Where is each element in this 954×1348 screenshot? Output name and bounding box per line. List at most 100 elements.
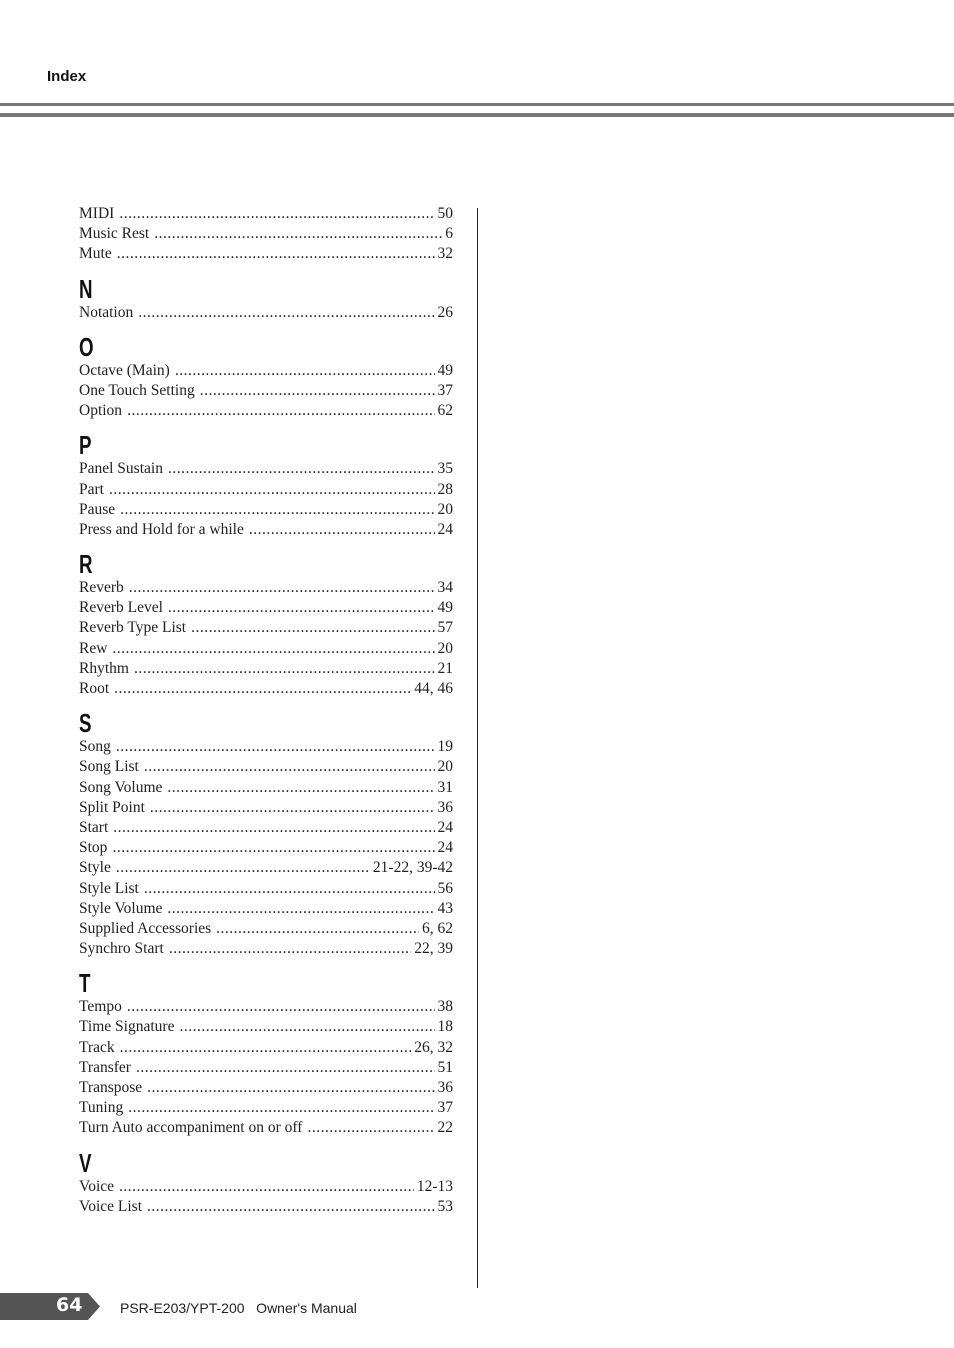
index-page-ref: 36 <box>437 1079 454 1096</box>
dot-leader <box>116 858 370 878</box>
index-entry: Supplied Accessories 6, 62 <box>79 919 453 939</box>
index-term: Tempo <box>79 998 122 1016</box>
index-page-ref: 37 <box>437 1099 454 1117</box>
dot-leader <box>128 1098 434 1118</box>
index-entry: Style Volume 43 <box>79 899 453 919</box>
index-entry: Tuning 37 <box>79 1098 453 1118</box>
index-term: Reverb <box>79 579 124 597</box>
index-term: Track <box>79 1038 115 1056</box>
index-page-ref: 24 <box>437 520 454 538</box>
dot-leader <box>144 757 435 777</box>
dot-leader <box>191 618 434 638</box>
dot-leader <box>168 459 435 479</box>
dot-leader <box>167 899 434 919</box>
dot-leader <box>147 1078 434 1098</box>
index-page-ref: 24 <box>437 818 454 836</box>
page-header-title: Index <box>47 68 87 85</box>
index-page-ref: 53 <box>437 1197 454 1215</box>
index-entry: Song List 20 <box>79 757 453 777</box>
index-term: Style Volume <box>79 899 163 917</box>
index-term: Turn Auto accompaniment on or off <box>79 1119 303 1137</box>
index-page-ref: 44, 46 <box>414 680 453 697</box>
index-term: Voice <box>79 1177 115 1195</box>
dot-leader <box>168 598 435 618</box>
dot-leader <box>120 1038 412 1058</box>
index-term: Transpose <box>79 1079 143 1096</box>
index-column: MIDI 50 Music Rest 6 Mute 32 NNotation 26 OOctav… <box>79 204 453 1217</box>
index-term: Music Rest <box>79 225 150 243</box>
section-letter: N <box>79 273 93 304</box>
index-entry: Option 62 <box>79 401 453 421</box>
dot-leader <box>117 244 435 264</box>
index-entry: Reverb Level 49 <box>79 598 453 618</box>
index-term: Song List <box>79 758 139 776</box>
index-entry: Tempo 38 <box>79 997 453 1017</box>
section-letter: S <box>79 708 92 739</box>
index-term: Synchro Start <box>79 940 164 958</box>
index-term: Song Volume <box>79 778 163 796</box>
index-page-ref: 26, 32 <box>414 1038 453 1056</box>
index-term: Time Signature <box>79 1018 175 1036</box>
index-page-ref: 20 <box>437 758 454 776</box>
index-entry: Notation 26 <box>79 303 453 323</box>
index-page-ref: 34 <box>437 579 454 597</box>
dot-leader <box>138 303 434 323</box>
dot-leader <box>134 659 435 679</box>
index-page-ref: 22, 39 <box>414 940 453 958</box>
index-page-ref: 50 <box>437 205 454 222</box>
dot-leader <box>129 578 435 598</box>
index-term: Stop <box>79 839 108 857</box>
index-page-ref: 49 <box>437 361 454 379</box>
index-term: Option <box>79 402 123 420</box>
index-page-ref: 43 <box>437 899 454 917</box>
footer-manual-title: PSR-E203/YPT-200 Owner's Manual <box>120 1300 357 1316</box>
index-term: Transfer <box>79 1058 131 1076</box>
dot-leader <box>113 818 434 838</box>
index-term: Voice List <box>79 1197 142 1215</box>
dot-leader <box>169 939 411 959</box>
index-page-ref: 19 <box>437 738 454 756</box>
index-term: Reverb Type List <box>79 619 187 637</box>
index-page-ref: 12-13 <box>416 1177 453 1195</box>
index-page-ref: 22 <box>437 1119 454 1137</box>
dot-leader <box>112 838 434 858</box>
index-term: Song <box>79 738 111 756</box>
index-term: Rhythm <box>79 659 129 677</box>
index-term: Mute <box>79 245 112 263</box>
index-entry: Song Volume 31 <box>79 778 453 798</box>
index-entry: Synchro Start 22, 39 <box>79 939 453 959</box>
index-entry: Turn Auto accompaniment on or off 22 <box>79 1118 453 1138</box>
index-page-ref: 31 <box>437 778 454 796</box>
dot-leader <box>150 798 435 818</box>
index-entry: Rew 20 <box>79 639 453 659</box>
section-letter: O <box>79 331 94 362</box>
index-entry: Style List 56 <box>79 879 453 899</box>
index-entry: One Touch Setting 37 <box>79 381 453 401</box>
dot-leader <box>200 381 435 401</box>
dot-leader <box>114 679 411 699</box>
index-page-ref: 20 <box>437 500 454 518</box>
index-page-ref: 38 <box>437 998 454 1016</box>
index-entry: Transfer 51 <box>79 1058 453 1078</box>
dot-leader <box>136 1058 435 1078</box>
dot-leader <box>147 1197 435 1217</box>
index-entry: Part 28 <box>79 480 453 500</box>
index-term: Tuning <box>79 1099 124 1117</box>
dot-leader <box>249 520 435 540</box>
index-entry: Voice 12-13 <box>79 1177 453 1197</box>
index-term: Part <box>79 480 104 498</box>
index-page-ref: 6, 62 <box>422 919 453 937</box>
index-page-ref: 28 <box>437 480 454 498</box>
index-page-ref: 32 <box>437 245 454 263</box>
dot-leader <box>144 879 435 899</box>
header-rule-bottom <box>0 113 954 117</box>
index-entry: Octave (Main) 49 <box>79 361 453 381</box>
dot-leader <box>154 224 442 244</box>
index-term: Split Point <box>79 798 145 816</box>
footer-page-tab <box>0 1293 100 1320</box>
index-term: Supplied Accessories <box>79 919 212 937</box>
section-letter: R <box>79 549 93 580</box>
index-term: Press and Hold for a while <box>79 520 244 538</box>
index-term: One Touch Setting <box>79 381 195 399</box>
dot-leader <box>109 480 435 500</box>
